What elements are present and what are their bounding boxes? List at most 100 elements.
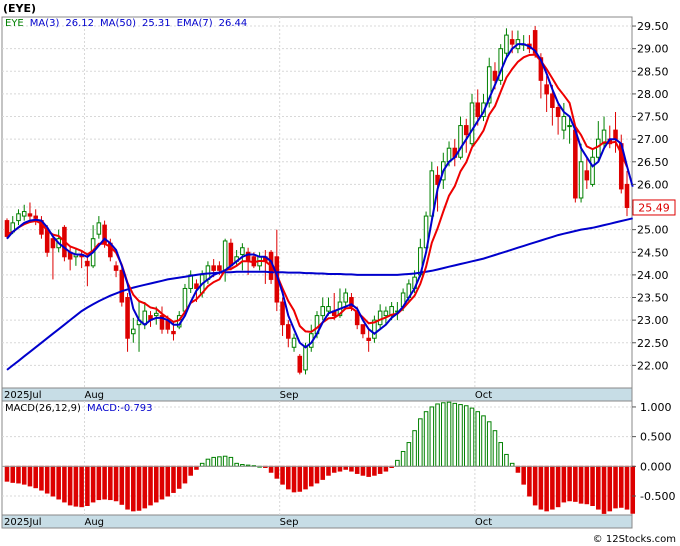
price-tick-label: 22.00 bbox=[637, 359, 669, 372]
macd-bar bbox=[446, 401, 452, 467]
price-tick-label: 28.00 bbox=[637, 88, 669, 101]
candle-body bbox=[16, 213, 21, 222]
macd-bar bbox=[377, 465, 383, 474]
candle-body bbox=[211, 265, 216, 271]
macd-bar bbox=[418, 418, 423, 467]
macd-bar bbox=[211, 456, 216, 467]
month-label: Sep bbox=[280, 390, 299, 401]
legend-item: 26.12 bbox=[65, 18, 94, 29]
legend-item: EMA(7) bbox=[177, 18, 213, 29]
candle-body bbox=[463, 125, 469, 136]
candle-body bbox=[555, 106, 561, 118]
candle-body bbox=[578, 161, 584, 199]
candle-body bbox=[50, 238, 56, 249]
macd-bar bbox=[303, 465, 308, 490]
candle-body bbox=[360, 324, 366, 335]
macd-bar bbox=[544, 465, 549, 512]
macd-bar bbox=[441, 402, 446, 467]
candle-body bbox=[280, 301, 285, 326]
macd-bar bbox=[159, 465, 165, 500]
macd-bar bbox=[217, 456, 222, 467]
candle-body bbox=[153, 312, 159, 317]
macd-bar bbox=[630, 465, 636, 514]
macd-bar bbox=[475, 411, 481, 467]
macd-bar bbox=[618, 465, 624, 508]
price-tick-label: 24.00 bbox=[637, 269, 669, 282]
macd-bar bbox=[515, 465, 521, 473]
candle-body bbox=[458, 125, 463, 158]
candle-body bbox=[21, 211, 27, 217]
macd-bar bbox=[125, 465, 130, 510]
candle-body bbox=[550, 93, 555, 108]
macd-bar bbox=[354, 465, 360, 474]
macd-bar bbox=[555, 465, 561, 508]
macd-bar bbox=[573, 465, 578, 502]
last-price-label: 25.49 bbox=[638, 201, 670, 214]
macd-bar bbox=[452, 402, 458, 467]
candle-body bbox=[240, 247, 245, 256]
macd-bar bbox=[527, 465, 532, 497]
macd-bar bbox=[274, 465, 280, 479]
candle-body bbox=[33, 215, 38, 219]
macd-bar bbox=[561, 465, 567, 503]
macd-bar bbox=[222, 455, 228, 467]
macd-bar bbox=[228, 456, 234, 467]
candle-body bbox=[326, 306, 331, 312]
macd-bar bbox=[182, 465, 188, 484]
macd-bar bbox=[50, 465, 56, 497]
macd-bar bbox=[62, 465, 67, 503]
macd-tick-label: 0.000 bbox=[640, 460, 672, 473]
candle-body bbox=[125, 297, 130, 339]
month-label: Oct bbox=[475, 390, 492, 401]
macd-bar bbox=[406, 442, 412, 467]
legend-item: MA(50) bbox=[100, 18, 136, 29]
candle-body bbox=[383, 310, 389, 317]
candle-body bbox=[291, 337, 297, 348]
macd-bar bbox=[148, 465, 153, 506]
macd-bar bbox=[44, 465, 50, 494]
macd-bar bbox=[96, 465, 102, 501]
macd-bar bbox=[291, 465, 297, 493]
macd-bar bbox=[131, 465, 136, 512]
macd-bar bbox=[337, 465, 343, 472]
candle-body bbox=[96, 222, 102, 235]
candle-body bbox=[475, 102, 481, 118]
macd-bar bbox=[16, 465, 21, 484]
candle-body bbox=[624, 183, 630, 208]
macd-bar bbox=[67, 465, 73, 506]
macd-bar bbox=[349, 465, 354, 472]
macd-bar bbox=[578, 465, 584, 504]
candle-body bbox=[590, 156, 595, 185]
watermark: © 12Stocks.com bbox=[593, 534, 676, 545]
macd-bar bbox=[423, 411, 429, 467]
macd-bar bbox=[538, 465, 544, 510]
candle-body bbox=[228, 242, 234, 267]
price-tick-label: 26.50 bbox=[637, 156, 669, 169]
macd-bar bbox=[280, 465, 285, 485]
candle-body bbox=[113, 265, 119, 271]
candle-body bbox=[567, 125, 572, 128]
candle-body bbox=[286, 324, 291, 339]
macd-bar bbox=[205, 458, 211, 467]
macd-bar bbox=[372, 465, 377, 476]
price-tick-label: 24.50 bbox=[637, 246, 669, 259]
macd-bar bbox=[590, 465, 595, 506]
macd-bar bbox=[21, 465, 27, 485]
candle-body bbox=[561, 116, 567, 131]
macd-bar bbox=[435, 403, 440, 467]
macd-bar bbox=[469, 407, 475, 467]
macd-bar bbox=[532, 465, 538, 506]
candle-body bbox=[217, 265, 222, 271]
price-tick-label: 29.00 bbox=[637, 43, 669, 56]
macd-bar bbox=[601, 465, 607, 514]
candle-body bbox=[320, 306, 326, 317]
macd-bar bbox=[331, 465, 337, 473]
price-tick-label: 27.00 bbox=[637, 133, 669, 146]
macd-bar bbox=[39, 465, 44, 491]
month-label: 2025Jul bbox=[4, 390, 42, 401]
macd-bar bbox=[108, 465, 113, 501]
macd-bar bbox=[458, 404, 463, 467]
candle-body bbox=[504, 34, 509, 54]
macd-bar bbox=[596, 465, 601, 510]
macd-bar bbox=[521, 465, 526, 485]
